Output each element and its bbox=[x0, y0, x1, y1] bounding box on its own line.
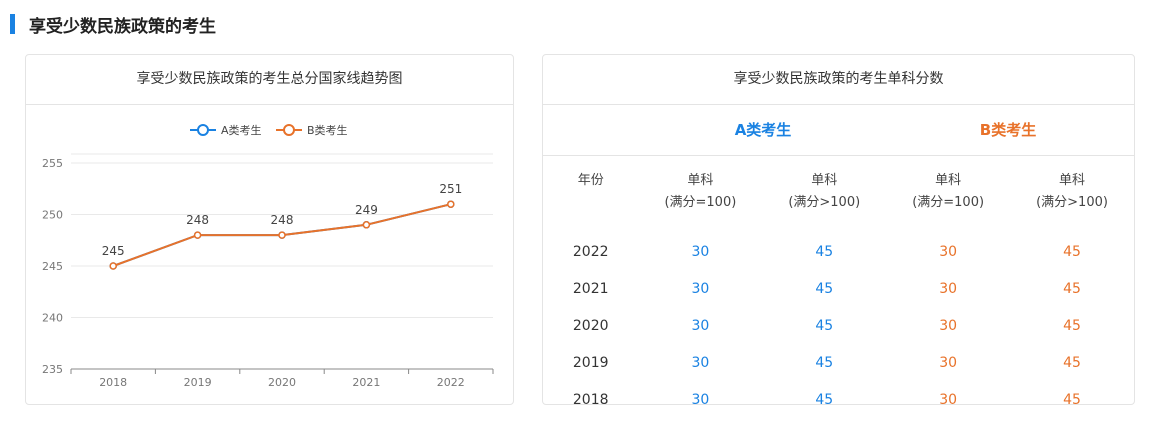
data-label: 248 bbox=[186, 213, 209, 227]
section-title: 享受少数民族政策的考生 bbox=[29, 16, 216, 37]
legend-marker bbox=[283, 124, 295, 136]
score-table: 年份 单科 (满分=100) 单科 (满分>100) 单科 (满分=100) 单科 (满… bbox=[543, 156, 1134, 418]
x-tick-label: 2022 bbox=[437, 376, 465, 389]
group-a-label: A类考生 bbox=[734, 121, 792, 139]
b-100-cell: 30 bbox=[939, 280, 958, 297]
data-point bbox=[362, 221, 371, 229]
year-cell: 2021 bbox=[572, 280, 609, 297]
a-gt100-cell: 45 bbox=[815, 280, 834, 297]
header-year: 年份 bbox=[577, 173, 604, 188]
group-header-row: A类考生 B类考生 bbox=[543, 105, 1134, 156]
b-gt100-cell: 45 bbox=[1063, 317, 1081, 334]
header-b-gt100: 单科 (满分>100) bbox=[1036, 173, 1108, 210]
table-row: 2022 30 45 30 45 bbox=[543, 233, 1134, 270]
x-tick-label: 2021 bbox=[352, 376, 380, 389]
data-label: 251 bbox=[439, 182, 462, 196]
score-table-card: 享受少数民族政策的考生单科分数 A类考生 B类考生 年份 单科 (满分=100) … bbox=[542, 54, 1135, 408]
table-header-row: 年份 单科 (满分=100) 单科 (满分>100) 单科 (满分=100) 单科 (满… bbox=[543, 156, 1134, 233]
a-gt100-cell: 45 bbox=[815, 317, 834, 334]
x-tick-label: 2018 bbox=[99, 376, 127, 389]
y-tick-label: 250 bbox=[42, 209, 63, 222]
b-100-cell: 30 bbox=[939, 354, 958, 371]
b-gt100-cell: 45 bbox=[1063, 354, 1081, 371]
a-gt100-cell: 45 bbox=[815, 243, 834, 260]
a-gt100-cell: 45 bbox=[815, 391, 834, 408]
b-gt100-cell: 45 bbox=[1063, 243, 1081, 260]
b-gt100-cell: 45 bbox=[1063, 280, 1081, 297]
a-100-cell: 30 bbox=[691, 243, 710, 260]
data-point bbox=[447, 200, 455, 208]
a-100-cell: 30 bbox=[691, 280, 710, 297]
chart-title: 享受少数民族政策的考生总分国家线趋势图 bbox=[26, 55, 513, 105]
table-row: 2018 30 45 30 45 bbox=[543, 381, 1134, 418]
legend-marker bbox=[197, 124, 209, 136]
year-cell: 2022 bbox=[572, 243, 609, 260]
data-point bbox=[278, 231, 286, 239]
header-a-gt100: 单科 (满分>100) bbox=[788, 173, 861, 210]
b-100-cell: 30 bbox=[939, 243, 958, 260]
b-gt100-cell: 45 bbox=[1063, 391, 1081, 408]
section-header: 享受少数民族政策的考生 bbox=[10, 12, 216, 37]
y-tick-label: 240 bbox=[42, 312, 63, 325]
y-tick-label: 245 bbox=[42, 260, 63, 273]
group-b-label: B类考生 bbox=[979, 121, 1037, 139]
legend-label: B类考生 bbox=[307, 123, 348, 137]
data-label: 245 bbox=[102, 244, 125, 258]
legend-label: A类考生 bbox=[221, 123, 262, 137]
table-row: 2020 30 45 30 45 bbox=[543, 307, 1134, 344]
header-a-100: 单科 (满分=100) bbox=[664, 173, 737, 210]
b-100-cell: 30 bbox=[939, 391, 958, 408]
data-label: 248 bbox=[271, 213, 294, 227]
a-gt100-cell: 45 bbox=[815, 354, 834, 371]
x-tick-label: 2020 bbox=[268, 376, 296, 389]
table-row: 2021 30 45 30 45 bbox=[543, 270, 1134, 307]
data-point bbox=[109, 262, 117, 270]
table-row: 2019 30 45 30 45 bbox=[543, 344, 1134, 381]
y-tick-label: 235 bbox=[42, 363, 63, 376]
header-b-100: 单科 (满分=100) bbox=[912, 173, 985, 210]
x-tick-label: 2019 bbox=[184, 376, 212, 389]
table-title: 享受少数民族政策的考生单科分数 bbox=[543, 55, 1134, 105]
trend-chart: A类考生 B类考生 235 240 245 250 255 2018 2019 2020 2021 2… bbox=[42, 123, 494, 389]
year-cell: 2019 bbox=[572, 354, 609, 371]
accent-bar bbox=[10, 14, 15, 34]
year-cell: 2018 bbox=[572, 391, 609, 408]
a-100-cell: 30 bbox=[691, 354, 710, 371]
data-point bbox=[193, 231, 202, 239]
year-cell: 2020 bbox=[572, 317, 609, 334]
a-100-cell: 30 bbox=[691, 317, 710, 334]
a-100-cell: 30 bbox=[691, 391, 710, 408]
chart-card: 享受少数民族政策的考生总分国家线趋势图 A类考生 B类考生 235 240 245 250… bbox=[25, 54, 514, 405]
b-100-cell: 30 bbox=[939, 317, 958, 334]
data-label: 249 bbox=[355, 203, 378, 217]
y-tick-label: 255 bbox=[42, 157, 63, 170]
